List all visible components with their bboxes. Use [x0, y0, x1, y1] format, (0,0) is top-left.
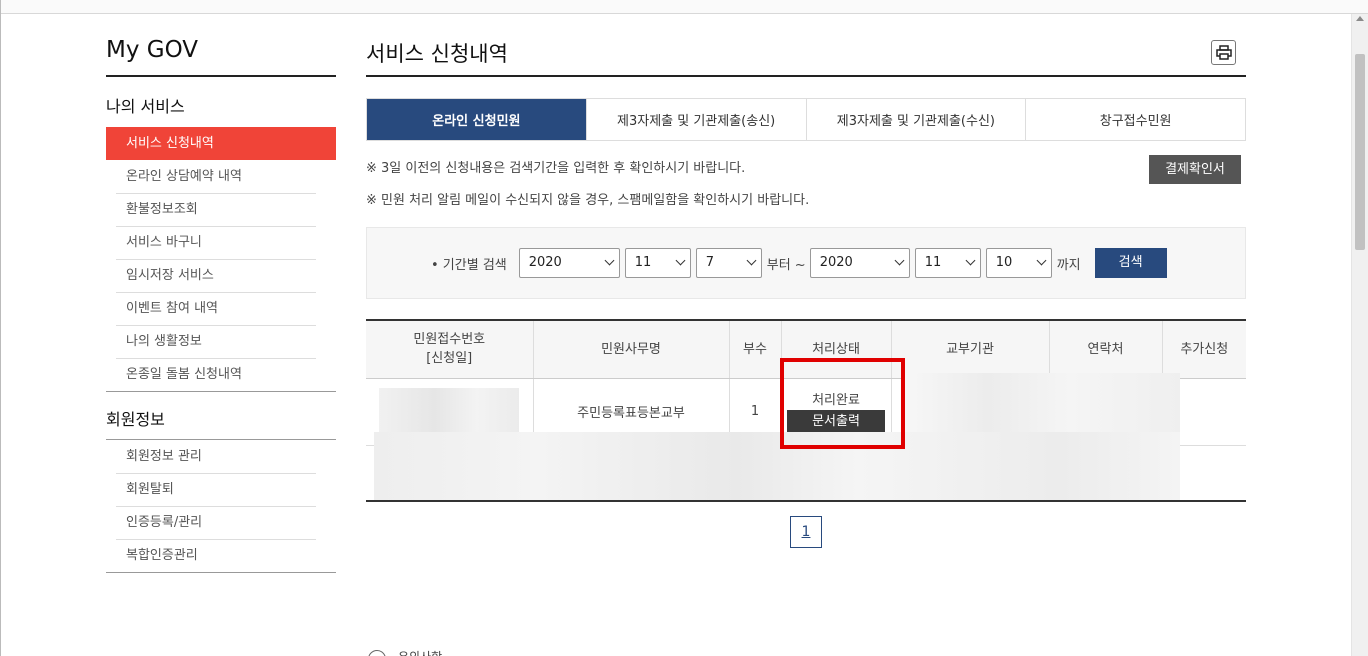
circle-icon — [368, 650, 386, 656]
sidebar: My GOV 나의 서비스 서비스 신청내역 온라인 상담예약 내역 환불정보조… — [106, 35, 336, 573]
page-title: 서비스 신청내역 — [366, 35, 1246, 77]
sidebar-item-member-manage[interactable]: 회원정보 관리 — [106, 440, 336, 473]
page-title-text: 서비스 신청내역 — [366, 42, 508, 66]
window-left-edge — [0, 0, 1, 656]
header-extra: 추가신청 — [1162, 319, 1246, 379]
chevron-down-icon — [1036, 255, 1047, 266]
sidebar-brand: My GOV — [106, 35, 336, 77]
to-suffix: 까지 — [1056, 257, 1081, 273]
to-month-value: 11 — [924, 255, 942, 270]
sidebar-item-service-history[interactable]: 서비스 신청내역 — [106, 127, 336, 160]
sidebar-item-withdraw[interactable]: 회원탈퇴 — [106, 473, 336, 506]
chevron-down-icon — [604, 255, 615, 266]
sidebar-item-life-info[interactable]: 나의 생활정보 — [106, 325, 336, 358]
header-receipt-no: 민원접수번호 [신청일] — [366, 319, 534, 379]
vertical-scrollbar[interactable] — [1351, 14, 1368, 656]
chevron-down-icon — [965, 255, 976, 266]
scroll-up-arrow-icon[interactable] — [1356, 16, 1364, 21]
notice-spam-mail: ※ 민원 처리 알림 메일이 수신되지 않을 경우, 스팸메일함을 확인하시기 … — [366, 193, 810, 208]
request-type-tabs: 온라인 신청민원 제3자제출 및 기관제출(송신) 제3자제출 및 기관제출(수… — [366, 98, 1246, 141]
to-day-value: 10 — [995, 255, 1013, 270]
period-search-label: • 기간별 검색 — [431, 257, 507, 273]
from-year-value: 2020 — [528, 255, 562, 270]
sidebar-item-multi-auth[interactable]: 복합인증관리 — [106, 539, 336, 572]
header-contact: 연락처 — [1049, 319, 1163, 379]
tab-third-party-sent[interactable]: 제3자제출 및 기관제출(송신) — [587, 99, 807, 140]
member-info-title: 회원정보 — [106, 392, 336, 440]
to-year-select[interactable]: 2020 — [809, 248, 910, 278]
blurred-second-row — [374, 432, 1180, 500]
header-service-name: 민원사무명 — [533, 319, 730, 379]
status-text: 처리완료 — [812, 393, 860, 408]
from-day-value: 7 — [705, 255, 715, 270]
to-day-select[interactable]: 10 — [985, 248, 1052, 278]
sidebar-item-event-history[interactable]: 이벤트 참여 내역 — [106, 292, 336, 325]
sidebar-item-cert-manage[interactable]: 인증등록/관리 — [106, 506, 336, 539]
blurred-receipt — [379, 387, 520, 432]
browser-top-edge — [0, 0, 1368, 14]
footer-notice-text: 유의사항 — [398, 648, 442, 656]
to-year-value: 2020 — [819, 255, 853, 270]
sidebar-item-online-consult[interactable]: 온라인 상담예약 내역 — [106, 160, 336, 193]
footer-notice-peek: 유의사항 — [368, 648, 478, 656]
header-receipt-no-text: 민원접수번호 — [413, 332, 486, 348]
payment-confirm-button[interactable]: 결제확인서 — [1149, 155, 1241, 184]
from-suffix: 부터 ~ — [766, 257, 806, 273]
scroll-thumb[interactable] — [1355, 54, 1365, 250]
sidebar-item-allday-care[interactable]: 온종일 돌봄 신청내역 — [106, 358, 336, 391]
sidebar-item-refund-info[interactable]: 환불정보조회 — [106, 193, 336, 226]
from-day-select[interactable]: 7 — [695, 248, 762, 278]
from-month-value: 11 — [634, 255, 652, 270]
printer-icon — [1215, 45, 1232, 60]
notice-text-1: ※ 3일 이전의 신청내용은 검색기간을 입력한 후 확인하시기 바랍니다. — [366, 161, 746, 176]
from-year-select[interactable]: 2020 — [518, 248, 620, 278]
header-status: 처리상태 — [781, 319, 892, 379]
header-copies: 부수 — [729, 319, 782, 379]
sidebar-item-temp-saved[interactable]: 임시저장 서비스 — [106, 259, 336, 292]
to-month-select[interactable]: 11 — [914, 248, 981, 278]
table-header-row: 민원접수번호 [신청일] 민원사무명 부수 처리상태 교부기관 연락처 추가신청 — [366, 319, 1246, 379]
header-receipt-date-text: [신청일] — [426, 351, 473, 367]
my-services-title: 나의 서비스 — [106, 97, 185, 116]
print-document-button[interactable]: 문서출력 — [787, 410, 885, 434]
tab-online-request[interactable]: 온라인 신청민원 — [367, 99, 587, 140]
chevron-down-icon — [894, 255, 905, 266]
header-agency: 교부기관 — [891, 319, 1050, 379]
tab-counter-request[interactable]: 창구접수민원 — [1026, 99, 1245, 140]
sidebar-item-service-basket[interactable]: 서비스 바구니 — [106, 226, 336, 259]
chevron-down-icon — [746, 255, 757, 266]
from-month-select[interactable]: 11 — [624, 248, 691, 278]
print-button[interactable] — [1211, 40, 1236, 65]
chevron-down-icon — [675, 255, 686, 266]
search-button[interactable]: 검색 — [1094, 248, 1167, 278]
pagination-page-1[interactable]: 1 — [790, 516, 822, 548]
blurred-agency-contact — [905, 373, 1180, 433]
my-services-menu: 서비스 신청내역 온라인 상담예약 내역 환불정보조회 서비스 바구니 임시저장… — [106, 127, 336, 392]
notice-search-period: ※ 3일 이전의 신청내용은 검색기간을 입력한 후 확인하시기 바랍니다. 결… — [366, 153, 1246, 185]
member-menu: 회원정보 관리 회원탈퇴 인증등록/관리 복합인증관리 — [106, 440, 336, 573]
period-search-box: • 기간별 검색 2020 11 7 부터 ~ 2020 11 10 까지 검색 — [366, 227, 1246, 299]
tab-third-party-received[interactable]: 제3자제출 및 기관제출(수신) — [807, 99, 1027, 140]
